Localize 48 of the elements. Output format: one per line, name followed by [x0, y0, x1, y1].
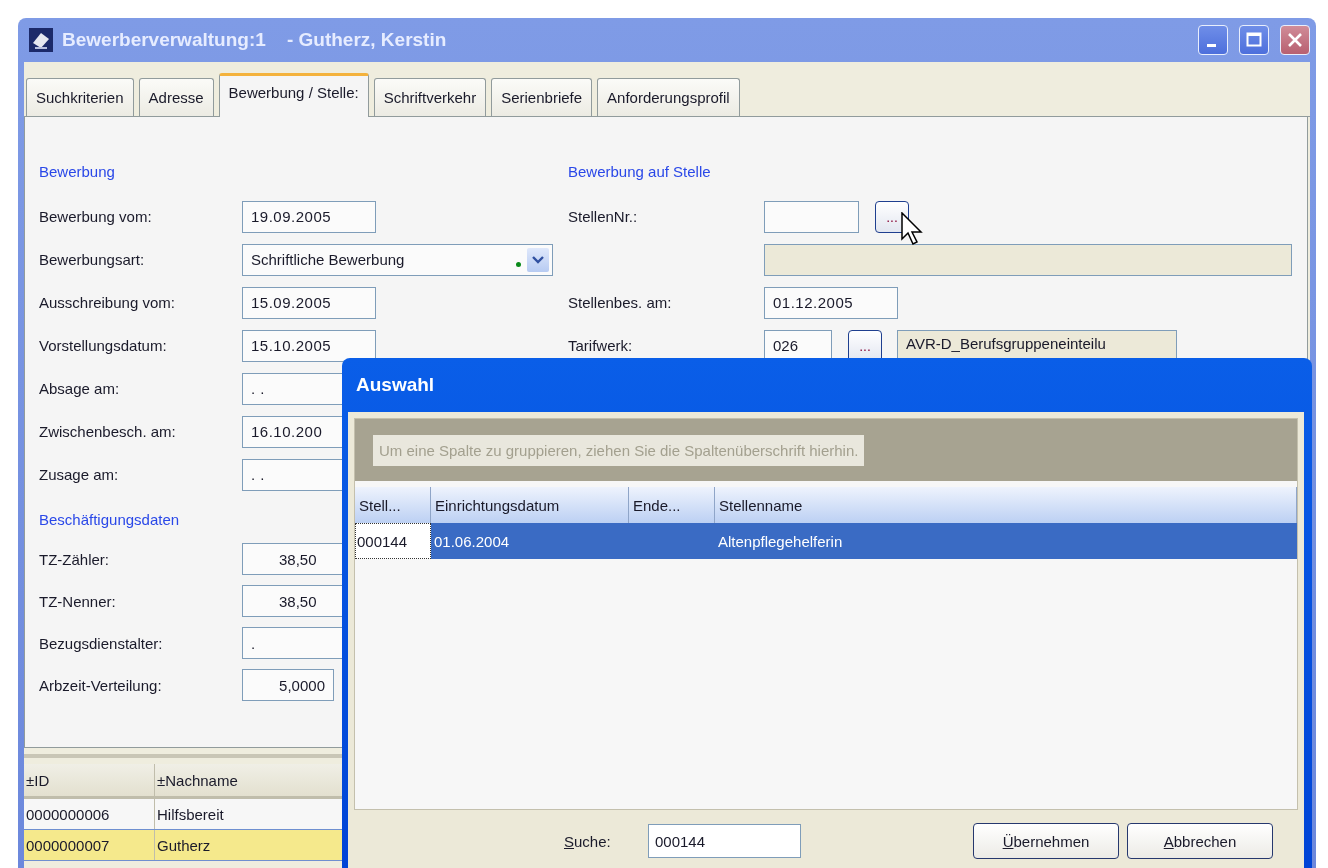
field-label: Absage am: — [39, 380, 121, 397]
field-label: StellenNr.: — [568, 208, 639, 225]
minimize-button[interactable] — [1198, 25, 1228, 55]
field-label: Arbzeit-Verteilung: — [39, 676, 163, 694]
field-label: Ausschreibung vom: — [39, 294, 176, 311]
date-field[interactable]: 19.09.2005 — [242, 200, 376, 233]
type-dropdown[interactable]: Schriftliche Bewerbung — [242, 243, 553, 276]
field-label: TZ-Zähler: — [39, 550, 110, 568]
app-icon — [28, 27, 54, 53]
search-label: Suche: — [564, 832, 612, 850]
column-header[interactable]: ±Nachname — [155, 764, 238, 796]
date-field[interactable]: 01.12.2005 — [764, 286, 898, 319]
maximize-button[interactable] — [1239, 25, 1269, 55]
field-label: Zusage am: — [39, 466, 120, 483]
minimize-icon — [1206, 43, 1216, 47]
field-label: Vorstellungsdatum: — [39, 337, 168, 354]
field-label: Tarifwerk: — [568, 337, 634, 354]
search-field[interactable]: 000144 — [648, 824, 801, 858]
close-icon — [1287, 32, 1303, 48]
maximize-icon — [1246, 32, 1262, 48]
date-field[interactable]: 15.09.2005 — [242, 286, 376, 319]
field-label: Bewerbungsart: — [39, 251, 146, 268]
mouse-pointer-icon — [901, 212, 923, 246]
date-field[interactable]: 15.10.2005 — [242, 329, 376, 362]
section-heading: Bewerbung auf Stelle — [568, 161, 711, 182]
tab[interactable]: Anforderungsprofil — [597, 78, 740, 116]
group-by-hint: Um eine Spalte zu gruppieren, ziehen Sie die Spaltenüberschrift hierhin. — [373, 434, 865, 466]
close-button[interactable] — [1280, 25, 1310, 55]
tab[interactable]: Bewerbung / Stelle: — [218, 73, 369, 117]
field-label: Stellenbes. am: — [568, 294, 673, 311]
number-field[interactable]: 5,0000 — [242, 669, 334, 701]
field-label: TZ-Nenner: — [39, 592, 117, 610]
grid-row[interactable]: 000144 01.06.2004 Altenpflegehelferin — [355, 523, 1297, 559]
status-dot-icon — [516, 262, 521, 267]
field-label: Zwischenbesch. am: — [39, 423, 177, 440]
tab[interactable]: Adresse — [138, 78, 214, 116]
section-heading: Beschäftigungsdaten — [39, 509, 180, 530]
field-label: Bezugsdienstalter: — [39, 634, 164, 652]
tab[interactable]: Suchkriterien — [26, 78, 134, 116]
column-header[interactable]: ±ID — [24, 764, 155, 796]
tab[interactable]: Serienbriefe — [491, 78, 593, 116]
cancel-button[interactable]: Abbrechen — [1127, 823, 1273, 859]
section-heading: Bewerbung — [39, 161, 115, 182]
window-title: Bewerberverwaltung:1 - Gutherz, Kerstin — [62, 29, 448, 51]
field-label: Bewerbung vom: — [39, 208, 153, 225]
tab[interactable]: Schriftverkehr — [373, 78, 487, 116]
apply-button[interactable]: Übernehmen — [973, 823, 1119, 859]
code-field[interactable] — [764, 200, 859, 233]
